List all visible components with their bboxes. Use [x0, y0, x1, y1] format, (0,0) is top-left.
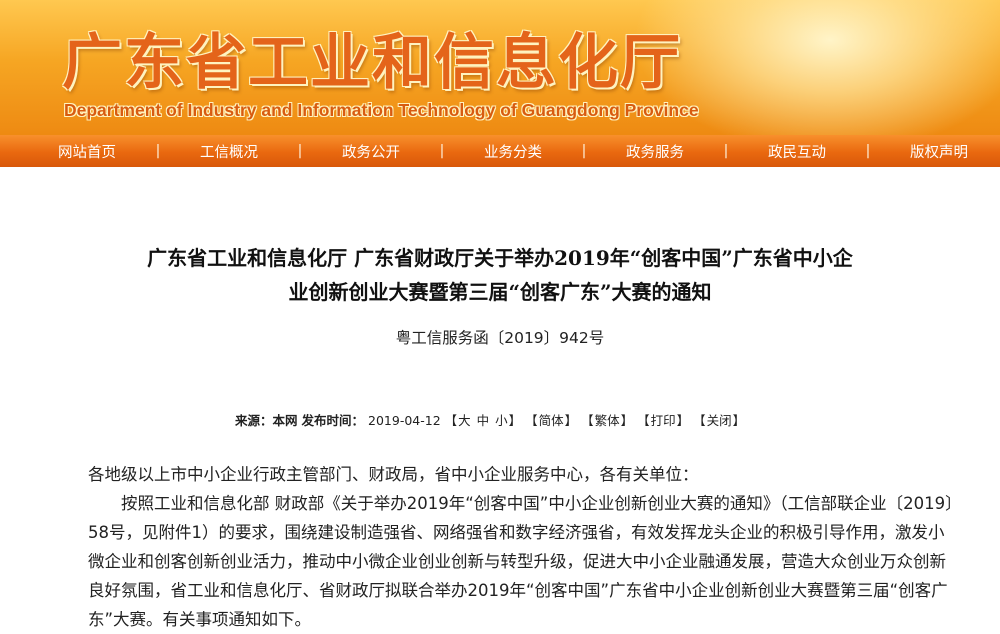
nav-gov-affairs[interactable]: 政务公开 — [342, 141, 400, 162]
article-meta: 来源：本网 发布时间： 2019-04-12 【大 中 小】 【简体】 【繁体】… — [235, 413, 746, 428]
article-title: 广东省工业和信息化厅 广东省财政厅关于举办2019年“创客中国”广东省中小企 业… — [0, 241, 1000, 309]
publish-date: 2019-04-12 — [368, 413, 441, 428]
nav-copyright[interactable]: 版权声明 — [910, 141, 968, 162]
site-banner: 广东省工业和信息化厅 Department of Industry and In… — [0, 0, 1000, 135]
font-small-link[interactable]: 小 — [495, 413, 508, 428]
main-nav: 网站首页 | 工信概况 | 政务公开 | 业务分类 | 政务服务 | 政民互动 … — [0, 135, 1000, 167]
article-title-line2: 业创新创业大赛暨第三届“创客广东”大赛的通知 — [288, 280, 712, 304]
print-link[interactable]: 打印 — [651, 413, 676, 428]
document-number: 粤工信服务函〔2019〕942号 — [395, 329, 605, 347]
nav-separator: | — [865, 143, 871, 159]
nav-separator: | — [581, 143, 587, 159]
nav-separator: | — [297, 143, 303, 159]
close-link[interactable]: 关闭 — [707, 413, 732, 428]
body-paragraph: 按照工业和信息化部 财政部《关于举办2019年“创客中国”中小企业创新创业大赛的… — [88, 494, 954, 629]
nav-home[interactable]: 网站首页 — [58, 141, 116, 162]
date-label: 发布时间： — [301, 413, 365, 428]
font-large-link[interactable]: 大 — [458, 413, 471, 428]
site-subtitle: Department of Industry and Information T… — [64, 100, 699, 120]
article-body: 各地级以上市中小企业行政主管部门、财政局，省中小企业服务中心，各有关单位： 按照… — [88, 460, 958, 634]
nav-interaction[interactable]: 政民互动 — [768, 141, 826, 162]
source-value: 本网 — [272, 413, 298, 428]
article-title-line1: 广东省工业和信息化厅 广东省财政厅关于举办2019年“创客中国”广东省中小企 — [147, 246, 853, 270]
source-label: 来源： — [235, 413, 273, 428]
nav-separator: | — [723, 143, 729, 159]
nav-services[interactable]: 政务服务 — [626, 141, 684, 162]
nav-separator: | — [155, 143, 161, 159]
font-medium-link[interactable]: 中 — [477, 413, 490, 428]
nav-overview[interactable]: 工信概况 — [200, 141, 258, 162]
traditional-link[interactable]: 繁体 — [595, 413, 620, 428]
simplified-link[interactable]: 简体 — [539, 413, 564, 428]
salutation: 各地级以上市中小企业行政主管部门、财政局，省中小企业服务中心，各有关单位： — [88, 465, 699, 484]
nav-business[interactable]: 业务分类 — [484, 141, 542, 162]
site-title: 广东省工业和信息化厅 — [62, 28, 682, 98]
nav-separator: | — [439, 143, 445, 159]
